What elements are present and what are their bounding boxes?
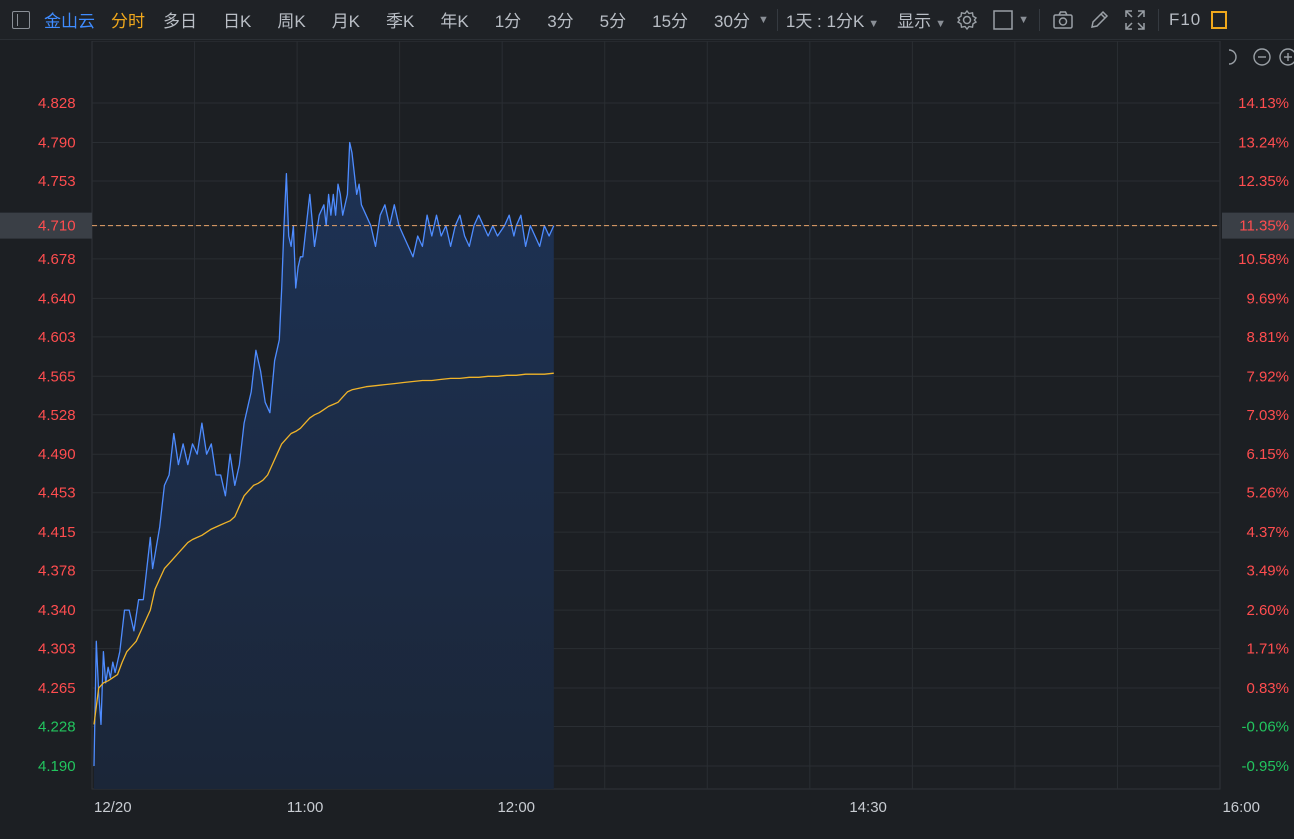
- y-tick-label: 4.340: [38, 602, 76, 619]
- checkbox-square-icon-graphic: [993, 9, 1013, 30]
- y-tick-label: 4.790: [38, 134, 76, 151]
- period-tab[interactable]: 1分: [495, 7, 521, 32]
- y-tick-label: 4.640: [38, 290, 76, 307]
- divider: [1157, 8, 1159, 31]
- y-pct-tick-label: 8.81%: [1246, 329, 1289, 346]
- period-tab[interactable]: 季K: [386, 7, 414, 32]
- y-tick-label: 4.265: [38, 680, 76, 697]
- y-tick-label: 4.415: [38, 524, 76, 541]
- y-tick-label: 4.228: [38, 719, 76, 736]
- chevron-down-icon[interactable]: ▼: [758, 14, 769, 26]
- checkbox-square-icon[interactable]: ▼: [992, 9, 1029, 31]
- stock-name[interactable]: 金山云: [44, 7, 95, 32]
- y-pct-tick-label: -0.06%: [1241, 719, 1289, 736]
- x-tick-label: 16:00: [1222, 799, 1260, 816]
- period-tab[interactable]: 5分: [600, 7, 626, 32]
- y-tick-label: 4.453: [38, 485, 76, 502]
- y-tick-label: 4.303: [38, 641, 76, 658]
- interval-select[interactable]: 1天 : 1分K ▼: [786, 7, 879, 32]
- camera-icon-graphic: [1053, 10, 1073, 29]
- period-tabs: 分时 多日 日K 周K 月K 季K 年K 1分 3分 5分 15分 30分: [111, 7, 750, 32]
- y-tick-label: 4.565: [38, 368, 76, 385]
- y-pct-tick-label: 7.03%: [1246, 407, 1289, 424]
- y-pct-tick-label: 6.15%: [1246, 446, 1289, 463]
- period-tab[interactable]: 多日: [163, 7, 197, 32]
- fullscreen-icon-graphic: [1125, 9, 1145, 30]
- fullscreen-icon[interactable]: [1124, 9, 1146, 31]
- x-tick-label: 11:00: [287, 799, 323, 816]
- divider: [776, 8, 778, 31]
- period-tab[interactable]: 月K: [332, 7, 360, 32]
- y-tick-label: 4.190: [38, 758, 76, 775]
- y-pct-tick-label: 11.35%: [1239, 218, 1289, 235]
- period-tab[interactable]: 15分: [652, 7, 688, 32]
- y-pct-tick-label: 4.37%: [1246, 524, 1289, 541]
- chevron-down-icon: ▼: [935, 18, 947, 30]
- y-pct-tick-label: 1.71%: [1246, 641, 1289, 658]
- x-tick-label: 12:00: [497, 799, 535, 816]
- period-tab[interactable]: 30分: [714, 7, 750, 32]
- y-pct-tick-label: 0.83%: [1246, 680, 1289, 697]
- price-area-fill: [94, 142, 554, 789]
- y-pct-tick-label: -0.95%: [1241, 758, 1289, 775]
- settings-gear-icon-graphic: [957, 9, 978, 30]
- y-tick-label: 4.490: [38, 446, 76, 463]
- y-pct-tick-label: 13.24%: [1238, 134, 1289, 151]
- display-menu-label: 显示: [897, 12, 932, 31]
- y-pct-tick-label: 12.35%: [1238, 173, 1289, 190]
- y-tick-label: 4.678: [38, 251, 76, 268]
- zoom-controls: [1228, 48, 1294, 66]
- x-tick-label: 14:30: [849, 799, 887, 816]
- y-tick-label: 4.603: [38, 329, 76, 346]
- y-pct-tick-label: 14.13%: [1238, 95, 1289, 112]
- period-tab[interactable]: 年K: [440, 7, 468, 32]
- chevron-down-icon: ▼: [1018, 13, 1029, 26]
- y-tick-label: 4.828: [38, 95, 76, 112]
- period-tab[interactable]: 日K: [223, 7, 251, 32]
- x-tick-label: 12/20: [94, 799, 132, 816]
- period-tab[interactable]: 分时: [111, 7, 145, 32]
- reset-icon[interactable]: [1228, 49, 1237, 65]
- y-tick-label: 4.710: [38, 218, 76, 235]
- y-pct-tick-label: 7.92%: [1246, 368, 1289, 385]
- y-pct-tick-label: 5.26%: [1246, 485, 1289, 502]
- y-pct-tick-label: 9.69%: [1246, 290, 1289, 307]
- camera-icon[interactable]: [1052, 9, 1074, 31]
- price-area-layer: [94, 142, 554, 789]
- pencil-icon[interactable]: [1088, 9, 1110, 31]
- period-tab[interactable]: 周K: [277, 7, 305, 32]
- y-pct-tick-label: 2.60%: [1246, 602, 1289, 619]
- chart-toolbar: 金山云 分时 多日 日K 周K 月K 季K 年K 1分 3分 5分 15分 30分 ▼ 1天 : 1分…: [0, 0, 1294, 40]
- y-tick-label: 4.753: [38, 173, 76, 190]
- x-axis-labels: 12/20 11:00 12:00 14:30 16:00: [94, 799, 1260, 816]
- y-tick-label: 4.528: [38, 407, 76, 424]
- settings-gear-icon[interactable]: [956, 9, 978, 31]
- y-pct-tick-label: 10.58%: [1238, 251, 1289, 268]
- pencil-icon-graphic: [1090, 10, 1109, 28]
- divider: [1038, 8, 1040, 31]
- intraday-chart-area: 4.828 14.13% 4.790 13.24% 4.753 12.35% 4.710 11…: [0, 41, 1294, 839]
- active-square-icon[interactable]: [1211, 10, 1228, 29]
- interval-select-value: 1天 : 1分K: [785, 12, 865, 31]
- f10-button[interactable]: F10: [1169, 10, 1201, 30]
- period-tab[interactable]: 3分: [547, 7, 573, 32]
- y-tick-label: 4.378: [38, 563, 76, 580]
- sidebar-toggle-icon[interactable]: [12, 10, 30, 29]
- chevron-down-icon: ▼: [868, 18, 880, 30]
- y-pct-tick-label: 3.49%: [1246, 563, 1289, 580]
- intraday-chart: 4.828 14.13% 4.790 13.24% 4.753 12.35% 4.710 11…: [0, 41, 1294, 816]
- display-menu[interactable]: 显示 ▼: [897, 7, 946, 32]
